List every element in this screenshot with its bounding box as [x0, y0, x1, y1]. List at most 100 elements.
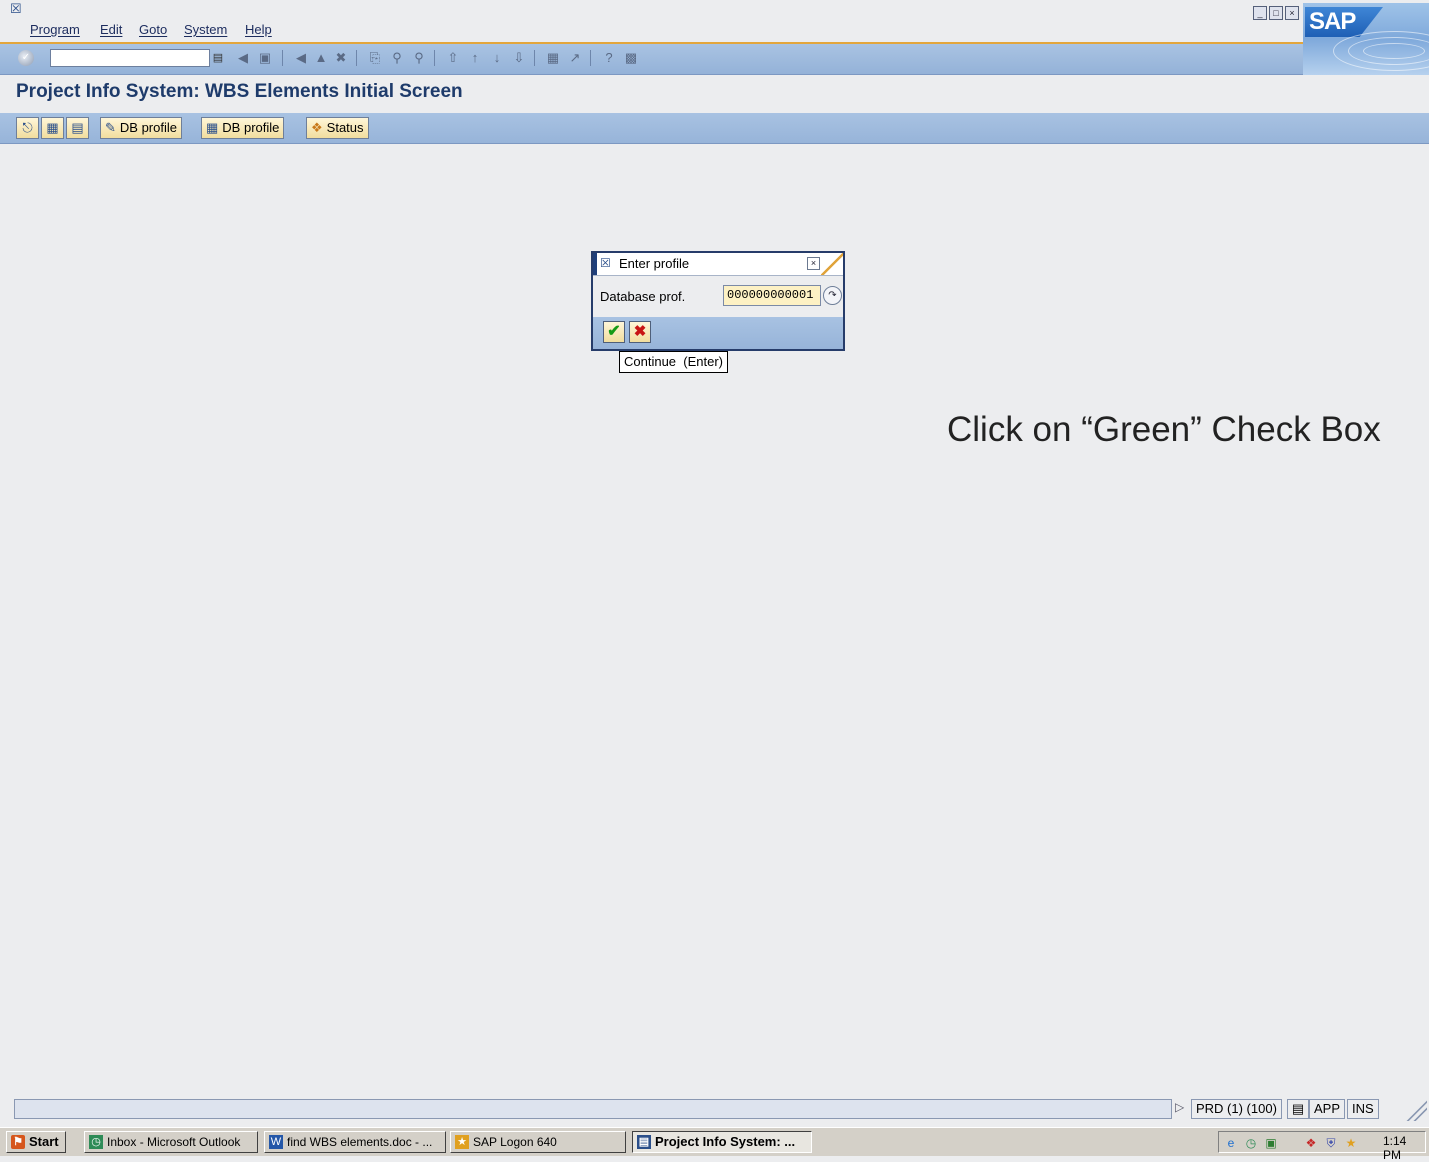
- dialog-footer: ✔ ✖: [593, 317, 843, 349]
- back-icon[interactable]: ◀: [234, 49, 252, 67]
- enter-profile-dialog: ☒ Enter profile × Database prof. 0000000…: [591, 251, 845, 351]
- toolbar-separator: [590, 50, 591, 66]
- dialog-header: ☒ Enter profile ×: [593, 253, 843, 276]
- menu-goto[interactable]: Goto: [139, 22, 167, 37]
- checkmark-icon: ✔: [607, 323, 621, 340]
- find-next-icon[interactable]: ⚲: [410, 49, 428, 67]
- start-button[interactable]: ⚑ Start: [6, 1131, 66, 1153]
- last-page-icon[interactable]: ⇩: [510, 49, 528, 67]
- taskbar-item-project-info[interactable]: ▤ Project Info System: ...: [632, 1131, 812, 1153]
- toolbar-separator: [282, 50, 283, 66]
- edit-icon: ✎: [105, 120, 116, 135]
- status-system-info: PRD (1) (100): [1191, 1099, 1282, 1119]
- page-title: Project Info System: WBS Elements Initia…: [16, 81, 463, 102]
- system-info-icon[interactable]: ▤: [1287, 1099, 1309, 1119]
- taskbar: ⚑ Start ◷ Inbox - Microsoft Outlook W fi…: [0, 1127, 1429, 1162]
- previous-page-icon[interactable]: ↑: [466, 49, 484, 67]
- toolbar-separator: [534, 50, 535, 66]
- taskbar-item-label: Inbox - Microsoft Outlook: [107, 1135, 241, 1149]
- exit-icon[interactable]: ▲: [312, 49, 330, 67]
- status-message-area: [14, 1099, 1172, 1119]
- resize-grip-icon[interactable]: [1405, 1097, 1427, 1121]
- menu-system[interactable]: System: [184, 22, 227, 37]
- menu-help[interactable]: Help: [245, 22, 272, 37]
- continue-button[interactable]: ✔: [603, 321, 625, 343]
- outlook-icon: ◷: [89, 1135, 103, 1149]
- sap-tray-icon[interactable]: ★: [1343, 1135, 1359, 1151]
- display-button[interactable]: ▤: [66, 117, 89, 139]
- taskbar-item-label: find WBS elements.doc - ...: [287, 1135, 433, 1149]
- windows-flag-icon: ⚑: [11, 1135, 25, 1149]
- shortcut-icon[interactable]: ↗: [566, 49, 584, 67]
- taskbar-item-word[interactable]: W find WBS elements.doc - ...: [264, 1131, 446, 1153]
- system-tray: e ◷ ▣ ❖ ⛨ ★ 1:14 PM: [1218, 1131, 1426, 1162]
- status-button[interactable]: ❖ Status: [306, 117, 369, 139]
- enter-icon[interactable]: ✓: [18, 50, 34, 66]
- system-toolbar: ✓ ▤ ◀ ▣ ◀ ▲ ✖ ⎘ ⚲ ⚲ ⇧ ↑ ↓ ⇩ ▦ ↗ ? ▩: [0, 44, 1303, 75]
- dialog-corner-decoration: [821, 253, 843, 275]
- status-icon: ❖: [311, 120, 323, 135]
- taskbar-item-sap-logon[interactable]: ★ SAP Logon 640: [450, 1131, 626, 1153]
- toolbar-separator: [356, 50, 357, 66]
- menu-bar: ☒ Program Edit Goto System Help _ □ ×: [0, 0, 1429, 44]
- save-icon[interactable]: ▣: [256, 49, 274, 67]
- taskbar-item-label: Project Info System: ...: [655, 1134, 796, 1149]
- taskbar-item-outlook[interactable]: ◷ Inbox - Microsoft Outlook: [84, 1131, 258, 1153]
- open-project-icon: ▦: [46, 120, 59, 135]
- command-field[interactable]: [50, 49, 210, 67]
- close-icon[interactable]: ×: [1285, 6, 1299, 20]
- shield-icon[interactable]: ⛨: [1323, 1135, 1339, 1151]
- sap-logon-icon: ★: [455, 1135, 469, 1149]
- word-icon: W: [269, 1135, 283, 1149]
- toolbar-separator: [434, 50, 435, 66]
- ie-icon[interactable]: e: [1223, 1135, 1239, 1151]
- value-help-icon[interactable]: ↷: [823, 286, 842, 305]
- outlook-tray-icon[interactable]: ◷: [1243, 1135, 1259, 1151]
- db-profile-edit-label: DB profile: [119, 120, 177, 135]
- cancel-icon[interactable]: ✖: [332, 49, 350, 67]
- status-insert-mode[interactable]: INS: [1347, 1099, 1379, 1119]
- status-server: APP: [1309, 1099, 1346, 1119]
- sap-logo-text: SAP: [1309, 8, 1356, 35]
- taskbar-item-label: SAP Logon 640: [473, 1135, 557, 1149]
- layout-menu-icon[interactable]: ▩: [622, 49, 640, 67]
- application-toolbar: ⎋ ▦ ▤ ✎ DB profile ▦ DB profile ❖ Status: [0, 113, 1429, 144]
- dialog-title: Enter profile: [619, 256, 690, 271]
- help-icon[interactable]: ?: [600, 49, 618, 67]
- menu-program[interactable]: Program: [30, 22, 80, 37]
- execute-icon: ⎋: [22, 120, 33, 135]
- calendar-tray-icon[interactable]: ▣: [1263, 1135, 1279, 1151]
- close-icon[interactable]: ×: [807, 257, 820, 270]
- status-expand-icon[interactable]: ▷: [1175, 1100, 1184, 1114]
- ripple-decoration: [1333, 31, 1429, 71]
- menu-options-icon[interactable]: ☒: [10, 2, 26, 16]
- continue-tooltip: Continue (Enter): [619, 351, 728, 373]
- status-label: Status: [326, 120, 364, 135]
- db-profile-icon: ▦: [206, 120, 219, 135]
- db-profile-edit-button[interactable]: ✎ DB profile: [100, 117, 182, 139]
- open-project-button[interactable]: ▦: [41, 117, 64, 139]
- minimize-icon[interactable]: _: [1253, 6, 1267, 20]
- database-profile-field[interactable]: 000000000001: [723, 285, 821, 306]
- find-icon[interactable]: ⚲: [388, 49, 406, 67]
- dialog-window-icon: ☒: [600, 256, 611, 270]
- create-session-icon[interactable]: ▦: [544, 49, 562, 67]
- window-controls: _ □ ×: [1253, 6, 1299, 20]
- database-profile-label: Database prof.: [600, 289, 686, 304]
- clock: 1:14 PM: [1383, 1134, 1407, 1162]
- antivirus-icon[interactable]: ❖: [1303, 1135, 1319, 1151]
- cancel-button[interactable]: ✖: [629, 321, 651, 343]
- first-page-icon[interactable]: ⇧: [444, 49, 462, 67]
- restore-icon[interactable]: □: [1269, 6, 1283, 20]
- sap-window-icon: ▤: [637, 1135, 651, 1149]
- back-nav-icon[interactable]: ◀: [292, 49, 310, 67]
- start-label: Start: [29, 1134, 59, 1149]
- execute-button[interactable]: ⎋: [16, 117, 39, 139]
- command-history-icon[interactable]: ▤: [210, 49, 226, 67]
- db-profile-button[interactable]: ▦ DB profile: [201, 117, 285, 139]
- next-page-icon[interactable]: ↓: [488, 49, 506, 67]
- sap-logo: SAP: [1303, 3, 1429, 75]
- menu-edit[interactable]: Edit: [100, 22, 122, 37]
- print-icon[interactable]: ⎘: [366, 49, 384, 67]
- cancel-x-icon: ✖: [633, 323, 647, 340]
